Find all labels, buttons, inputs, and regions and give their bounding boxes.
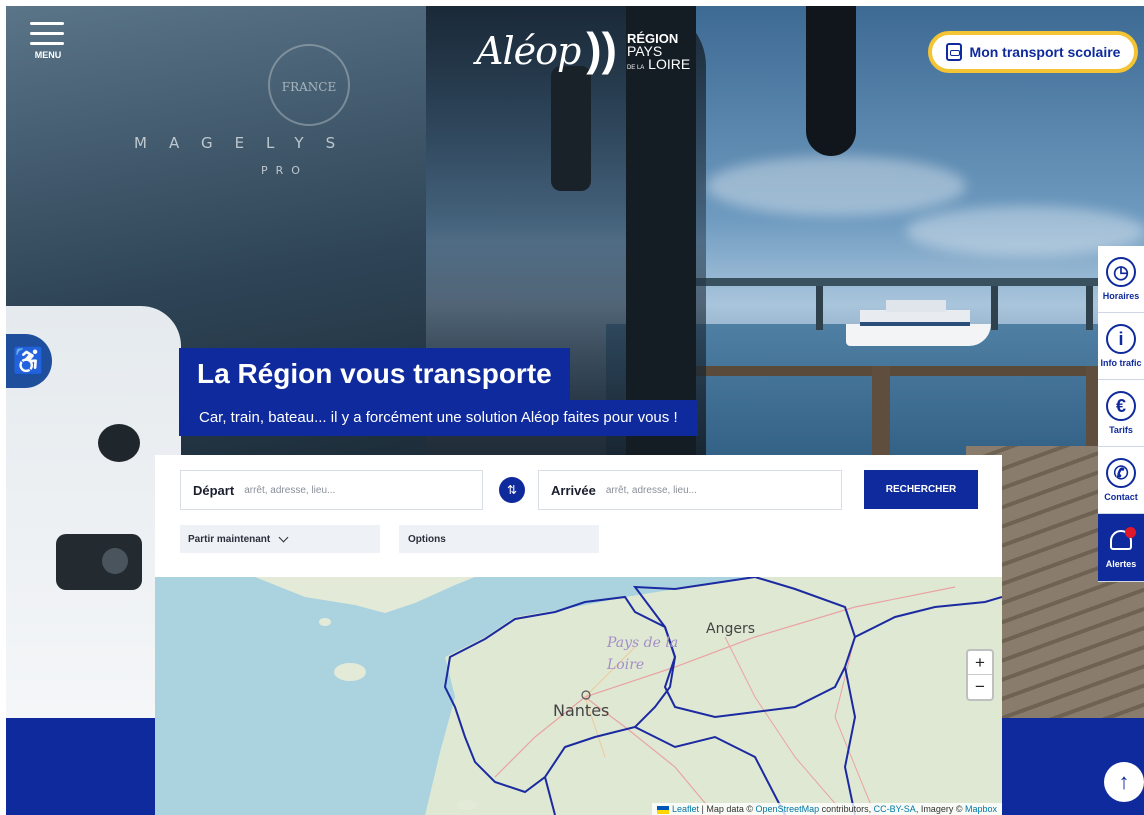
map-city-label: Angers (706, 621, 755, 637)
departure-label: Départ (193, 482, 235, 498)
map-zoom-control: + − (966, 649, 994, 701)
swap-icon[interactable]: ⇅ (499, 477, 525, 503)
arrival-input[interactable] (605, 484, 806, 496)
bus-model-label: MAGELYS (134, 134, 358, 152)
map-region-label: Pays de la Loire (607, 635, 679, 673)
bus-model-sub: PRO (261, 164, 308, 177)
region-map[interactable]: Pays de la Loire Angers Nantes + − Leafl… (155, 577, 1002, 815)
hero-title: La Région vous transporte (179, 348, 570, 400)
arrival-field[interactable]: Arrivée (538, 470, 842, 510)
options-button[interactable]: Options (399, 525, 599, 553)
search-button[interactable]: RECHERCHER (864, 470, 978, 509)
logo-region: RÉGION PAYS DE LA LOIRE (626, 30, 691, 72)
leaflet-link[interactable]: Leaflet (672, 804, 699, 814)
osm-link[interactable]: OpenStreetMap (756, 804, 820, 814)
notification-dot (1125, 526, 1136, 538)
menu-button[interactable]: MENU (30, 22, 66, 68)
schoolbag-icon (945, 43, 962, 61)
license-link[interactable]: CC-BY-SA (874, 804, 916, 814)
arrival-label: Arrivée (551, 482, 596, 498)
school-transport-label: Mon transport scolaire (969, 44, 1121, 60)
side-item-tarifs[interactable]: € Tarifs (1098, 380, 1144, 447)
departure-time-select[interactable]: Partir maintenant (180, 525, 380, 553)
chevron-down-icon (278, 532, 289, 542)
clock-icon: ◷ (1106, 257, 1136, 287)
zoom-out-button[interactable]: − (968, 675, 992, 699)
side-quick-nav: ◷ Horaires i Info trafic € Tarifs ✆ Cont… (1098, 246, 1144, 582)
school-transport-button[interactable]: Mon transport scolaire (928, 31, 1138, 73)
euro-icon: € (1106, 391, 1136, 421)
logo-swoosh-icon: )) (586, 23, 617, 75)
bus-seal: FRANCE (268, 44, 350, 126)
phone-icon: ✆ (1106, 458, 1136, 488)
departure-field[interactable]: Départ (180, 470, 483, 510)
arrow-up-icon: ↑ (1118, 769, 1130, 794)
map-city-label: Nantes (553, 701, 610, 720)
hero-subtitle: Car, train, bateau... il y a forcément u… (179, 400, 698, 436)
map-attribution: Leaflet | Map data © OpenStreetMap contr… (652, 803, 1002, 815)
page: FRANCE MAGELYS PRO ♿ MENU Aléop )) RÉGIO… (0, 0, 1144, 815)
ukraine-flag-icon (657, 805, 670, 814)
side-item-contact[interactable]: ✆ Contact (1098, 447, 1144, 514)
side-item-info-trafic[interactable]: i Info trafic (1098, 313, 1144, 380)
map-tiles (155, 577, 1002, 815)
departure-input[interactable] (244, 484, 445, 496)
menu-label: MENU (34, 50, 62, 60)
bus-door-handle (56, 534, 142, 590)
mapbox-link[interactable]: Mapbox (965, 804, 997, 814)
aleop-logo[interactable]: Aléop )) RÉGION PAYS DE LA LOIRE (476, 24, 690, 78)
bell-icon (1107, 526, 1136, 555)
itinerary-search-panel: Départ ⇅ Arrivée RECHERCHER Partir maint… (155, 455, 1002, 577)
scroll-top-button[interactable]: ↑ (1104, 762, 1144, 802)
ferry-image (846, 294, 991, 346)
logo-wordmark: Aléop (476, 29, 581, 73)
side-item-horaires[interactable]: ◷ Horaires (1098, 246, 1144, 313)
hamburger-icon (30, 22, 64, 25)
side-item-alertes[interactable]: Alertes (1098, 514, 1144, 582)
info-icon: i (1106, 324, 1136, 354)
zoom-in-button[interactable]: + (968, 651, 992, 675)
